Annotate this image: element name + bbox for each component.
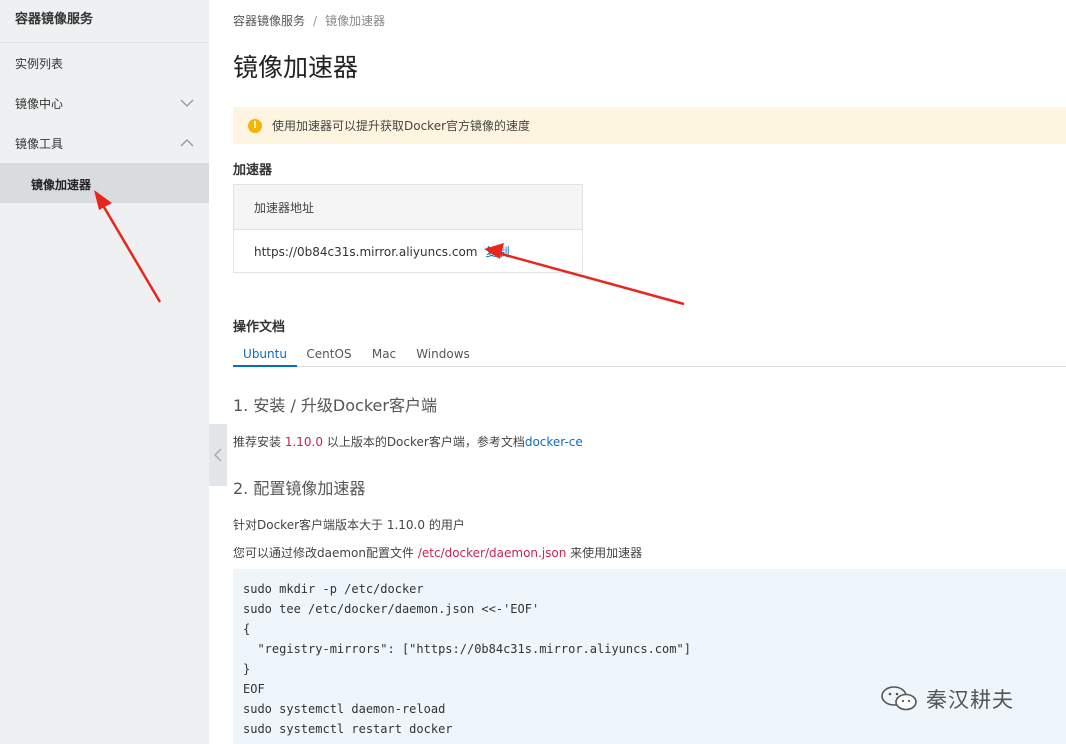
sidebar: 容器镜像服务 实例列表 镜像中心 镜像工具 镜像加速器 (0, 0, 209, 744)
chevron-up-icon (180, 139, 194, 147)
tab-ubuntu[interactable]: Ubuntu (233, 340, 297, 367)
wechat-icon (881, 686, 917, 711)
breadcrumb-separator: / (313, 14, 318, 28)
sidebar-item-label: 实例列表 (15, 57, 64, 71)
daemon-json-path: /etc/docker/daemon.json (417, 546, 567, 560)
copy-link[interactable]: 复制 (486, 245, 510, 259)
code-block[interactable]: sudo mkdir -p /etc/docker sudo tee /etc/… (233, 569, 1066, 744)
accelerator-address: https://0b84c31s.mirror.aliyuncs.com (254, 245, 478, 259)
tab-windows[interactable]: Windows (414, 340, 472, 367)
tab-mac[interactable]: Mac (367, 340, 401, 367)
accelerator-section-title: 加速器 (233, 163, 273, 178)
page-title: 镜像加速器 (233, 53, 359, 82)
step2-title: 2. 配置镜像加速器 (233, 479, 366, 498)
tab-centos[interactable]: CentOS (303, 340, 355, 367)
docker-ce-link[interactable]: docker-ce (525, 435, 583, 449)
sidebar-item-image-tools[interactable]: 镜像工具 (0, 123, 209, 163)
step1-text-a: 推荐安装 (233, 435, 285, 449)
step1-title: 1. 安装 / 升级Docker客户端 (233, 396, 437, 415)
os-tabs: Ubuntu CentOS Mac Windows (233, 340, 1066, 367)
sidebar-collapse-handle[interactable] (209, 424, 227, 486)
sidebar-item-label: 镜像工具 (15, 137, 64, 151)
chevron-down-icon (180, 99, 194, 107)
breadcrumb: 容器镜像服务 / 镜像加速器 (233, 12, 385, 29)
step2-line2-b: 来使用加速器 (566, 546, 643, 560)
step1-text-b: 以上版本的Docker客户端，参考文档 (323, 435, 525, 449)
accelerator-table-header: 加速器地址 (234, 185, 582, 230)
watermark-text: 秦汉耕夫 (926, 688, 1014, 712)
step2-line1: 针对Docker客户端版本大于 1.10.0 的用户 (233, 518, 465, 532)
version-text: 1.10.0 (284, 435, 323, 449)
sidebar-item-instances[interactable]: 实例列表 (0, 43, 209, 83)
step1-text: 推荐安装 1.10.0 以上版本的Docker客户端，参考文档docker-ce (233, 433, 583, 450)
main-content: 容器镜像服务 / 镜像加速器 镜像加速器 ! 使用加速器可以提升获取Docker官方… (233, 0, 1066, 744)
accelerator-row: https://0b84c31s.mirror.aliyuncs.com 复制 (234, 230, 582, 273)
warning-icon: ! (248, 119, 262, 133)
step2-line2: 您可以通过修改daemon配置文件 /etc/docker/daemon.jso… (233, 544, 642, 561)
step2-line2-a: 您可以通过修改daemon配置文件 (233, 546, 418, 560)
notice-text: 使用加速器可以提升获取Docker官方镜像的速度 (272, 119, 531, 133)
sidebar-title: 容器镜像服务 (0, 0, 209, 43)
sidebar-item-label: 镜像中心 (15, 97, 64, 111)
accelerator-table: 加速器地址 https://0b84c31s.mirror.aliyuncs.c… (233, 184, 583, 273)
notice-banner: ! 使用加速器可以提升获取Docker官方镜像的速度 (233, 107, 1066, 144)
chevron-left-icon (213, 448, 222, 462)
sidebar-item-image-center[interactable]: 镜像中心 (0, 83, 209, 123)
breadcrumb-root[interactable]: 容器镜像服务 (233, 14, 305, 28)
sidebar-subitem-accelerator[interactable]: 镜像加速器 (0, 163, 209, 203)
breadcrumb-current: 镜像加速器 (325, 14, 386, 28)
docs-section-title: 操作文档 (233, 320, 286, 335)
